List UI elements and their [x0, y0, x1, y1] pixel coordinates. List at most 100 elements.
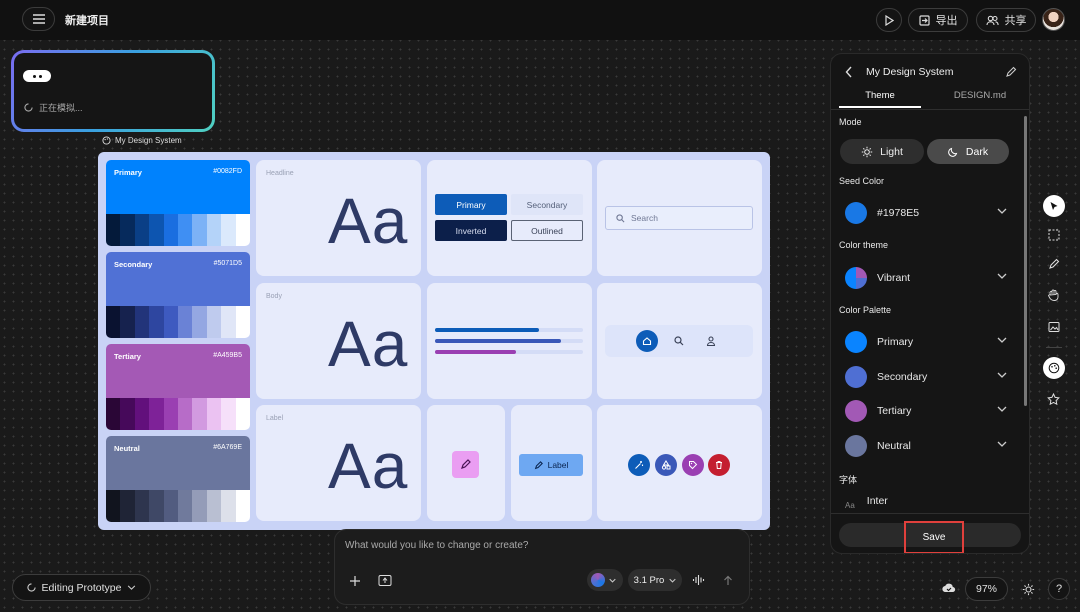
palette-shade[interactable]: [149, 398, 164, 430]
edit-fab[interactable]: [452, 451, 479, 478]
screen-share-icon[interactable]: [378, 574, 392, 587]
dark-mode-button[interactable]: Dark: [927, 139, 1009, 164]
export-button[interactable]: 导出: [908, 8, 968, 32]
play-button[interactable]: [876, 8, 902, 32]
palette-shade[interactable]: [221, 490, 236, 522]
palette-row-secondary[interactable]: Secondary: [839, 362, 1011, 392]
project-title[interactable]: 新建项目: [65, 12, 109, 28]
font-select[interactable]: Aa Inter: [839, 490, 1011, 512]
palette-shade[interactable]: [235, 490, 250, 522]
image-icon[interactable]: [1048, 321, 1060, 333]
palette-shade[interactable]: [120, 214, 135, 246]
star-icon[interactable]: [1047, 393, 1060, 406]
marquee-icon[interactable]: [1048, 229, 1060, 241]
theme-tool-button[interactable]: [1043, 357, 1065, 379]
headline-card[interactable]: Headline Aa: [256, 160, 421, 276]
light-mode-button[interactable]: Light: [840, 139, 924, 164]
palette-shade[interactable]: [163, 306, 179, 338]
prompt-box[interactable]: What would you like to change or create?…: [334, 529, 750, 605]
magic-button[interactable]: [628, 454, 650, 476]
palette-shade[interactable]: [178, 490, 193, 522]
palette-shade[interactable]: [106, 398, 121, 430]
palette-shade[interactable]: [178, 306, 193, 338]
palette-shade[interactable]: [221, 398, 236, 430]
palette-shade[interactable]: [149, 306, 164, 338]
palette-shade[interactable]: [192, 490, 207, 522]
body-card[interactable]: Body Aa: [256, 283, 421, 399]
palette-card-tertiary[interactable]: Tertiary #A459B5: [106, 344, 250, 430]
seed-color-select[interactable]: #1978E5: [839, 198, 1011, 228]
palette-shade[interactable]: [192, 398, 207, 430]
prompt-input[interactable]: What would you like to change or create?: [345, 540, 528, 551]
palette-shade[interactable]: [192, 306, 207, 338]
palette-shade[interactable]: [163, 490, 179, 522]
palette-shade[interactable]: [206, 214, 222, 246]
palette-shade[interactable]: [206, 490, 222, 522]
palette-shade[interactable]: [134, 398, 150, 430]
model-selector[interactable]: 3.1 Pro: [628, 569, 682, 591]
tab-theme[interactable]: Theme: [839, 90, 921, 101]
palette-shade[interactable]: [178, 398, 193, 430]
menu-button[interactable]: [22, 7, 55, 31]
inverted-button[interactable]: Inverted: [435, 220, 507, 241]
palette-shade[interactable]: [206, 398, 222, 430]
shapes-button[interactable]: [655, 454, 677, 476]
pencil-icon[interactable]: [1048, 258, 1060, 270]
palette-shade[interactable]: [235, 398, 250, 430]
label-chip[interactable]: Label: [519, 454, 583, 476]
palette-shade[interactable]: [149, 214, 164, 246]
person-icon[interactable]: [706, 336, 716, 346]
scrollbar-thumb[interactable]: [1024, 116, 1027, 406]
editing-mode-selector[interactable]: Editing Prototype: [12, 574, 151, 601]
send-icon[interactable]: [723, 575, 733, 586]
voice-icon[interactable]: [692, 574, 705, 586]
primary-button[interactable]: Primary: [435, 194, 507, 215]
palette-row-neutral[interactable]: Neutral: [839, 431, 1011, 461]
palette-shade[interactable]: [163, 214, 179, 246]
hand-icon[interactable]: [1047, 288, 1060, 301]
sun-icon[interactable]: [1022, 583, 1035, 596]
cloud-icon[interactable]: [942, 582, 956, 593]
outlined-button[interactable]: Outlined: [511, 220, 583, 241]
share-button[interactable]: 共享: [976, 8, 1036, 32]
design-system-board[interactable]: Primary #0082FD Secondary #5071D5 Tertiary #A…: [98, 152, 770, 530]
palette-shade[interactable]: [134, 214, 150, 246]
more-icon[interactable]: [23, 70, 51, 82]
color-theme-select[interactable]: Vibrant: [839, 263, 1011, 293]
palette-shade[interactable]: [120, 306, 135, 338]
palette-shade[interactable]: [221, 306, 236, 338]
palette-row-primary[interactable]: Primary: [839, 327, 1011, 357]
palette-shade[interactable]: [163, 398, 179, 430]
palette-shade[interactable]: [134, 306, 150, 338]
palette-shade[interactable]: [120, 398, 135, 430]
save-button[interactable]: Save: [904, 521, 964, 553]
avatar[interactable]: [1042, 8, 1065, 31]
delete-button[interactable]: [708, 454, 730, 476]
add-icon[interactable]: [349, 575, 361, 587]
home-nav-button[interactable]: [636, 330, 658, 352]
search-input[interactable]: Search: [605, 206, 753, 230]
label-card[interactable]: Label Aa: [256, 405, 421, 521]
palette-shade[interactable]: [149, 490, 164, 522]
help-button[interactable]: ?: [1048, 578, 1070, 600]
palette-shade[interactable]: [134, 490, 150, 522]
search-icon[interactable]: [674, 336, 684, 346]
model-color-selector[interactable]: [587, 569, 623, 591]
palette-shade[interactable]: [120, 490, 135, 522]
board-title[interactable]: My Design System: [102, 136, 182, 145]
tag-button[interactable]: [682, 454, 704, 476]
edit-icon[interactable]: [1005, 66, 1017, 78]
palette-shade[interactable]: [106, 490, 121, 522]
palette-shade[interactable]: [106, 214, 121, 246]
back-icon[interactable]: [845, 66, 853, 78]
secondary-button[interactable]: Secondary: [511, 194, 583, 215]
zoom-level[interactable]: 97%: [965, 577, 1008, 601]
palette-card-secondary[interactable]: Secondary #5071D5: [106, 252, 250, 338]
palette-shade[interactable]: [221, 214, 236, 246]
tab-design-md[interactable]: DESIGN.md: [939, 90, 1021, 101]
palette-shade[interactable]: [235, 306, 250, 338]
palette-row-tertiary[interactable]: Tertiary: [839, 396, 1011, 426]
palette-shade[interactable]: [106, 306, 121, 338]
palette-shade[interactable]: [178, 214, 193, 246]
palette-shade[interactable]: [206, 306, 222, 338]
